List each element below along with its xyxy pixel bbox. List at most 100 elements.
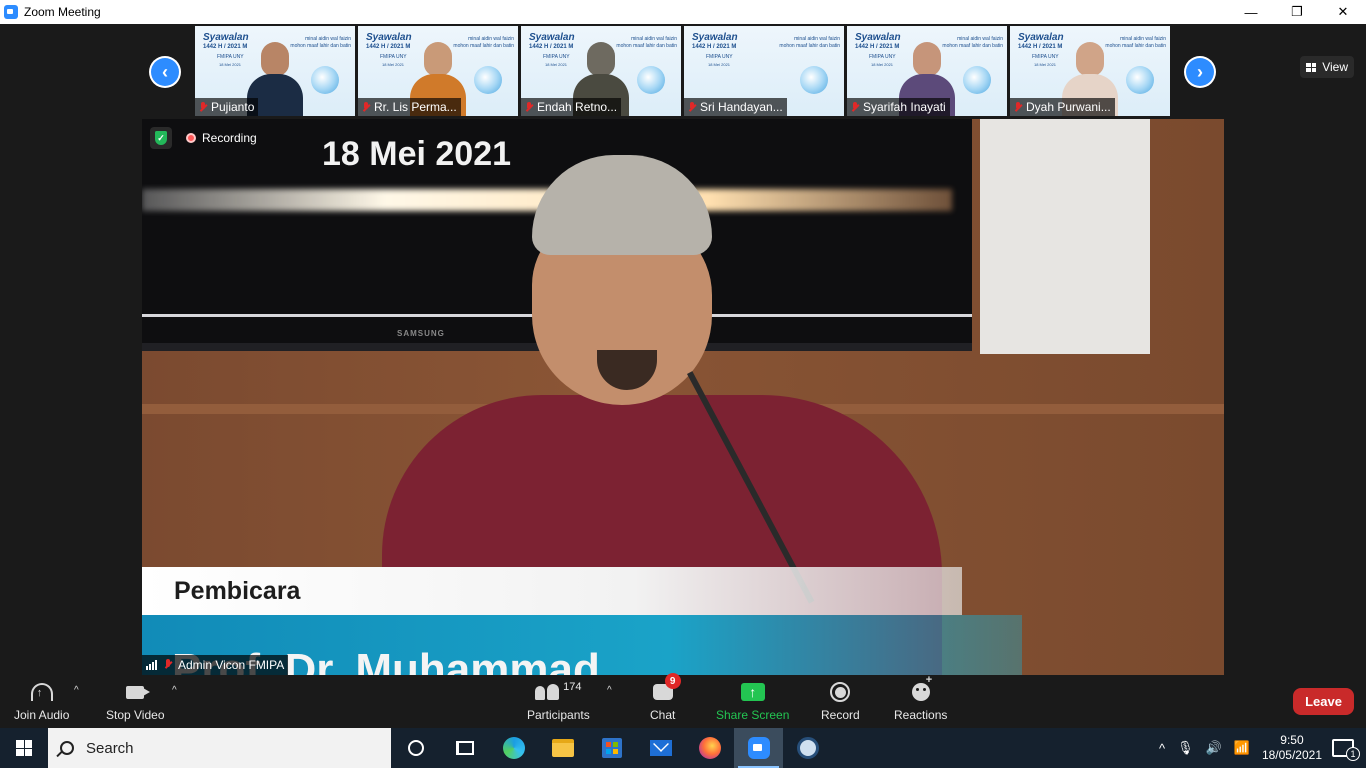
participant-namebar: Syarifah Inayati [847,98,950,116]
security-badge[interactable]: ✓ [150,127,172,149]
globe-logo [474,66,502,94]
join-audio-label: Join Audio [14,708,70,722]
tile-banner-year: 1442 H / 2021 M [692,44,737,50]
cortana-icon [407,740,424,756]
view-button[interactable]: View [1300,56,1354,78]
join-audio-button[interactable]: Join Audio [14,681,69,722]
participant-tile[interactable]: Syawalan 1442 H / 2021 M FMIPA UNY 18 Me… [195,26,355,116]
cortana-button[interactable] [391,728,440,768]
taskbar-app-other[interactable] [783,728,832,768]
mic-muted-icon [164,659,172,671]
participant-name: Pujianto [211,100,255,114]
participant-namebar: Endah Retno... [521,98,622,116]
search-icon [60,741,74,755]
taskbar-app-mail[interactable] [636,728,685,768]
zoom-app-icon [4,5,18,19]
mic-muted-icon [525,101,533,113]
chevron-up-icon[interactable]: ^ [1159,741,1165,756]
app-icon [796,737,819,759]
record-icon [830,682,851,702]
stop-video-button[interactable]: Stop Video [106,681,165,722]
tile-banner-wish: minal aidin wal faizin mohon maaf lahir d… [779,36,840,50]
participant-tile[interactable]: Syawalan 1442 H / 2021 M FMIPA UNY 18 Me… [1010,26,1170,116]
participant-namebar: Dyah Purwani... [1010,98,1115,116]
participant-name: Dyah Purwani... [1026,100,1111,114]
tile-banner-date: 18 Mei 2021 [871,62,894,67]
microphone-icon[interactable]: 🎙 [1177,740,1194,756]
tile-wish-line: minal aidin wal faizin [794,36,840,42]
zoom-icon [747,737,770,759]
recording-label: Recording [202,131,257,145]
restore-button[interactable]: ❐ [1274,0,1320,24]
tile-banner-date: 18 Mei 2021 [545,62,568,67]
share-screen-label: Share Screen [716,708,790,722]
participant-tile[interactable]: Syawalan 1442 H / 2021 M FMIPA UNY 18 Me… [521,26,681,116]
record-button[interactable]: Record [821,681,860,722]
headset-icon [30,683,53,701]
grid-view-icon [1306,62,1317,72]
share-screen-button[interactable]: ↑ Share Screen [716,681,789,722]
tile-banner-year: 1442 H / 2021 M [366,44,411,50]
lower-third-label: Pembicara [142,567,962,615]
tile-banner-date: 18 Mei 2021 [1034,62,1057,67]
participants-count: 174 [563,681,582,693]
edge-icon [502,737,525,759]
close-button[interactable]: ✕ [1320,0,1366,24]
task-view-button[interactable] [440,728,489,768]
taskbar-clock[interactable]: 9:50 18/05/2021 [1262,733,1322,763]
participants-button[interactable]: 174 Participants [527,681,590,722]
reactions-label: Reactions [894,708,948,722]
start-button[interactable] [0,728,48,768]
participant-namebar: Rr. Lis Perma... [358,98,461,116]
notification-center-button[interactable]: 1 [1332,739,1360,761]
tile-banner-date: 18 Mei 2021 [708,62,731,67]
window-title: Zoom Meeting [24,5,101,19]
leave-button[interactable]: Leave [1293,688,1354,715]
mic-muted-icon [688,101,696,113]
active-speaker-video[interactable]: 18 Mei 2021 SAMSUNG Pembicara Prof. Dr. … [142,119,1224,675]
participant-tile[interactable]: Syawalan 1442 H / 2021 M FMIPA UNY 18 Me… [684,26,844,116]
tile-banner-org: FMIPA UNY [217,54,244,60]
tile-banner-org: FMIPA UNY [869,54,896,60]
stop-video-label: Stop Video [106,708,165,722]
tile-banner-org: FMIPA UNY [380,54,407,60]
taskbar-app-edge[interactable] [489,728,538,768]
minimize-button[interactable]: — [1228,0,1274,24]
participant-tile[interactable]: Syawalan 1442 H / 2021 M FMIPA UNY 18 Me… [847,26,1007,116]
tile-banner-date: 18 Mei 2021 [382,62,405,67]
globe-logo [963,66,991,94]
audio-options-caret[interactable]: ^ [74,685,79,696]
mail-icon [649,740,672,756]
participant-tile[interactable]: Syawalan 1442 H / 2021 M FMIPA UNY 18 Me… [358,26,518,116]
network-icon[interactable]: 📶 [1234,740,1250,756]
participants-options-caret[interactable]: ^ [607,685,612,696]
tile-banner-year: 1442 H / 2021 M [855,44,900,50]
chat-button[interactable]: 9 Chat [650,673,681,722]
tile-banner-title: Syawalan [855,32,901,43]
task-view-icon [455,741,474,755]
tile-banner-year: 1442 H / 2021 M [1018,44,1063,50]
taskbar-app-store[interactable] [587,728,636,768]
mic-muted-icon [851,101,859,113]
folder-icon [551,739,574,757]
minimize-icon: — [1244,4,1258,20]
signal-strength-icon [146,660,158,670]
taskbar-app-firefox[interactable] [685,728,734,768]
gallery-prev-button[interactable]: ‹ [149,56,181,88]
taskbar-app-file-explorer[interactable] [538,728,587,768]
chat-label: Chat [650,708,676,722]
taskbar-app-zoom[interactable] [734,728,783,768]
tile-wish-line: mohon maaf lahir dan batin [779,43,840,49]
taskbar-search-input[interactable]: Search [48,728,391,768]
globe-logo [1126,66,1154,94]
gallery-next-button[interactable]: › [1184,56,1216,88]
mic-muted-icon [1014,101,1022,113]
volume-icon[interactable]: 🔊 [1206,740,1222,756]
tile-banner-year: 1442 H / 2021 M [203,44,248,50]
recording-dot-icon [186,133,196,143]
video-options-caret[interactable]: ^ [172,685,177,696]
tile-banner-title: Syawalan [366,32,412,43]
reactions-button[interactable]: Reactions [894,674,948,722]
tile-banner-year: 1442 H / 2021 M [529,44,574,50]
store-icon [601,738,622,758]
